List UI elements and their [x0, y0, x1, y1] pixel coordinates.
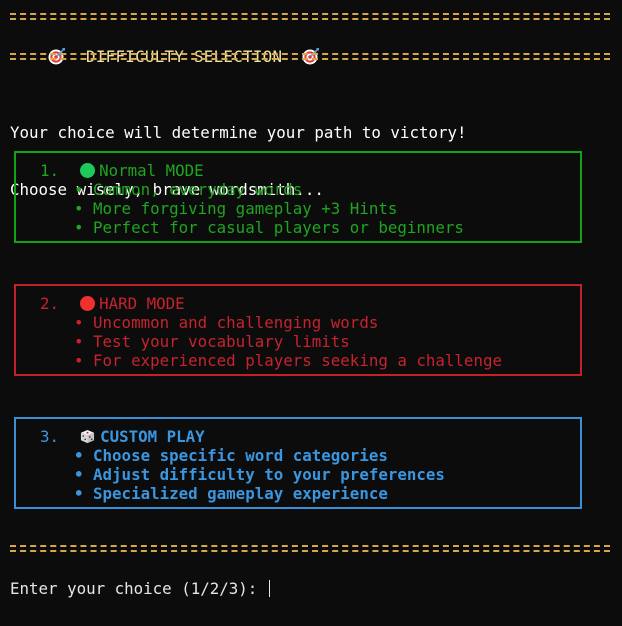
intro-line: Your choice will determine your path to …: [10, 123, 467, 142]
option-bullet: • Specialized gameplay experience: [74, 484, 388, 503]
red-circle-icon: [80, 296, 96, 311]
prompt-text: Enter your choice (1/2/3):: [10, 579, 267, 598]
option-heading: 1. Normal MODE: [40, 161, 204, 180]
text-cursor[interactable]: [268, 580, 270, 597]
option-bullet: • Perfect for casual players or beginner…: [74, 218, 464, 237]
bottom-divider: [10, 544, 610, 553]
option-heading: 3. CUSTOM PLAY: [40, 427, 205, 446]
green-circle-icon: [80, 163, 96, 178]
option-label: CUSTOM PLAY: [100, 427, 205, 446]
choice-prompt[interactable]: Enter your choice (1/2/3):: [10, 579, 270, 598]
option-bullet: • Test your vocabulary limits: [74, 332, 350, 351]
option-number: 2.: [40, 294, 60, 313]
option-bullet: • For experienced players seeking a chal…: [74, 351, 502, 370]
terminal-window: DIFFICULTY SELECTION Your choice will de…: [0, 0, 622, 626]
option-number: 1.: [40, 161, 60, 180]
option-number: 3.: [40, 427, 60, 446]
option-bullet: • Adjust difficulty to your preferences: [74, 465, 445, 484]
die-icon: [81, 429, 95, 444]
header-divider: [10, 52, 610, 61]
option-bullet: • Choose specific word categories: [74, 446, 388, 465]
option-bullet: • Uncommon and challenging words: [74, 313, 379, 332]
option-bullet: • Common, everyday words: [74, 180, 303, 199]
option-hard-mode: 2. HARD MODE • Uncommon and challenging …: [14, 284, 582, 376]
option-label: Normal MODE: [99, 161, 204, 180]
option-bullet: • More forgiving gameplay +3 Hints: [74, 199, 398, 218]
option-custom-play: 3. CUSTOM PLAY • Choose specific word ca…: [14, 417, 582, 509]
option-label: HARD MODE: [99, 294, 185, 313]
option-heading: 2. HARD MODE: [40, 294, 185, 313]
option-normal-mode: 1. Normal MODE • Common, everyday words …: [14, 151, 582, 243]
top-divider: [10, 12, 610, 21]
header: DIFFICULTY SELECTION: [10, 28, 320, 66]
